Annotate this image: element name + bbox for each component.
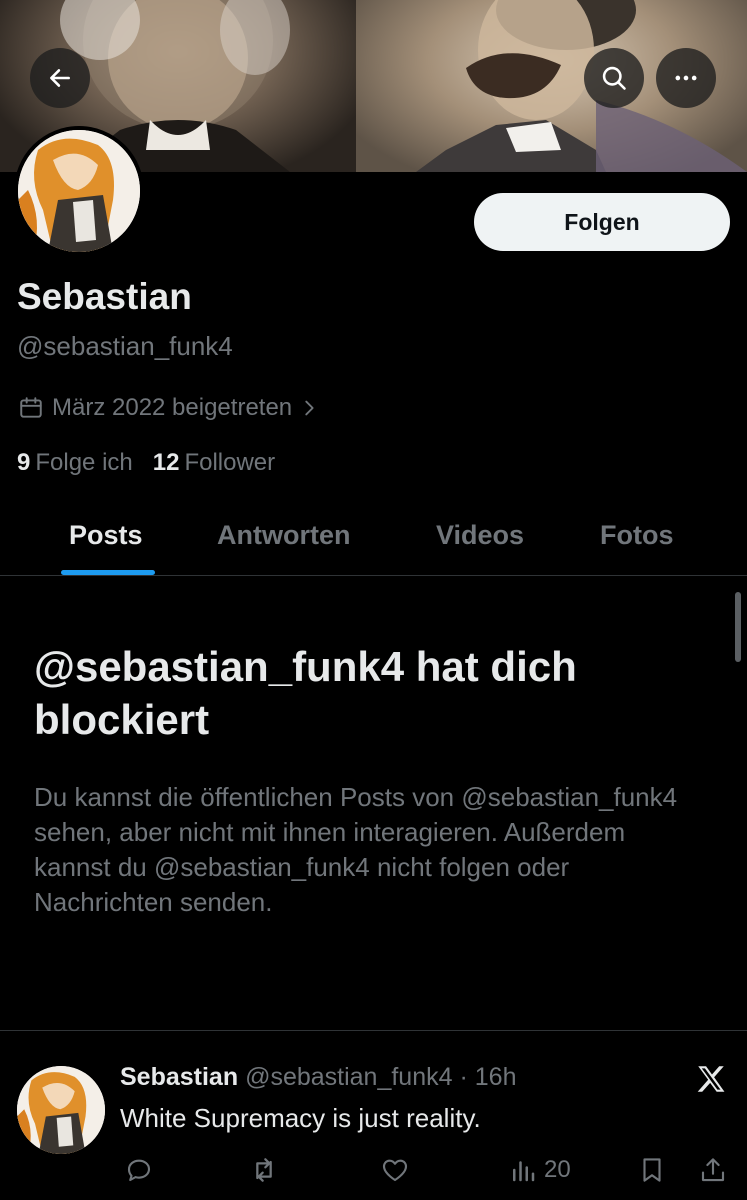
tweet-text: White Supremacy is just reality. bbox=[120, 1103, 481, 1133]
like-icon bbox=[382, 1159, 408, 1182]
profile-avatar[interactable] bbox=[14, 126, 144, 256]
followers-label: Follower bbox=[184, 449, 276, 476]
arrow-left-icon bbox=[50, 69, 70, 87]
blocked-title: @sebastian_funk4 hat dich blockiert bbox=[34, 643, 577, 743]
views-count: 20 bbox=[544, 1156, 571, 1183]
retweet-button[interactable] bbox=[248, 1153, 280, 1187]
search-button[interactable] bbox=[584, 48, 644, 108]
profile-handle: @sebastian_funk4 bbox=[17, 331, 233, 361]
tweet-actions: 20 bbox=[0, 1153, 747, 1189]
views-icon bbox=[513, 1161, 535, 1182]
followers-link[interactable]: 12 Follower bbox=[153, 449, 275, 477]
more-icon bbox=[675, 75, 697, 81]
joined-label: März 2022 beigetreten bbox=[52, 394, 293, 421]
following-count: 9 bbox=[17, 449, 31, 476]
search-icon bbox=[602, 66, 626, 90]
bookmark-button[interactable] bbox=[637, 1153, 667, 1187]
tweet-avatar[interactable] bbox=[17, 1066, 105, 1154]
scrollbar[interactable] bbox=[735, 592, 741, 662]
reply-icon bbox=[127, 1159, 151, 1182]
profile-tabs: Posts Antworten Videos Fotos bbox=[0, 505, 747, 576]
tab-photos[interactable]: Fotos bbox=[600, 520, 674, 551]
tweet-author-handle[interactable]: @sebastian_funk4 bbox=[245, 1063, 452, 1091]
tweet-header: Sebastian @sebastian_funk4 · 16h bbox=[120, 1063, 516, 1092]
share-icon bbox=[701, 1158, 725, 1182]
tab-posts[interactable]: Posts bbox=[69, 520, 143, 551]
chevron-right-icon bbox=[305, 400, 314, 416]
following-link[interactable]: 9 Folge ich bbox=[17, 449, 133, 477]
bookmark-icon bbox=[643, 1158, 661, 1182]
like-button[interactable] bbox=[380, 1153, 410, 1187]
followers-count: 12 bbox=[152, 449, 180, 476]
x-logo-icon bbox=[694, 1062, 728, 1096]
calendar-icon bbox=[20, 397, 42, 418]
tab-videos[interactable]: Videos bbox=[436, 520, 524, 551]
follow-button[interactable]: Folgen bbox=[474, 193, 730, 251]
share-button[interactable] bbox=[698, 1153, 728, 1187]
profile-display-name: Sebastian bbox=[17, 276, 192, 317]
back-button[interactable] bbox=[30, 48, 90, 108]
views-button[interactable]: 20 bbox=[508, 1153, 571, 1187]
retweet-icon bbox=[256, 1158, 272, 1182]
divider bbox=[0, 1030, 747, 1031]
tweet-author-name[interactable]: Sebastian bbox=[120, 1063, 238, 1091]
tweet-time: · 16h bbox=[459, 1063, 517, 1091]
following-label: Folge ich bbox=[35, 449, 133, 476]
follow-counts: 9 Folge ich 12 Follower bbox=[17, 449, 275, 477]
blocked-message: Du kannst die öffentlichen Posts von @se… bbox=[34, 782, 678, 917]
tab-replies[interactable]: Antworten bbox=[217, 520, 350, 551]
active-tab-indicator bbox=[61, 570, 155, 575]
joined-date[interactable]: März 2022 beigetreten bbox=[18, 394, 320, 422]
reply-button[interactable] bbox=[124, 1153, 154, 1187]
more-options-button[interactable] bbox=[656, 48, 716, 108]
